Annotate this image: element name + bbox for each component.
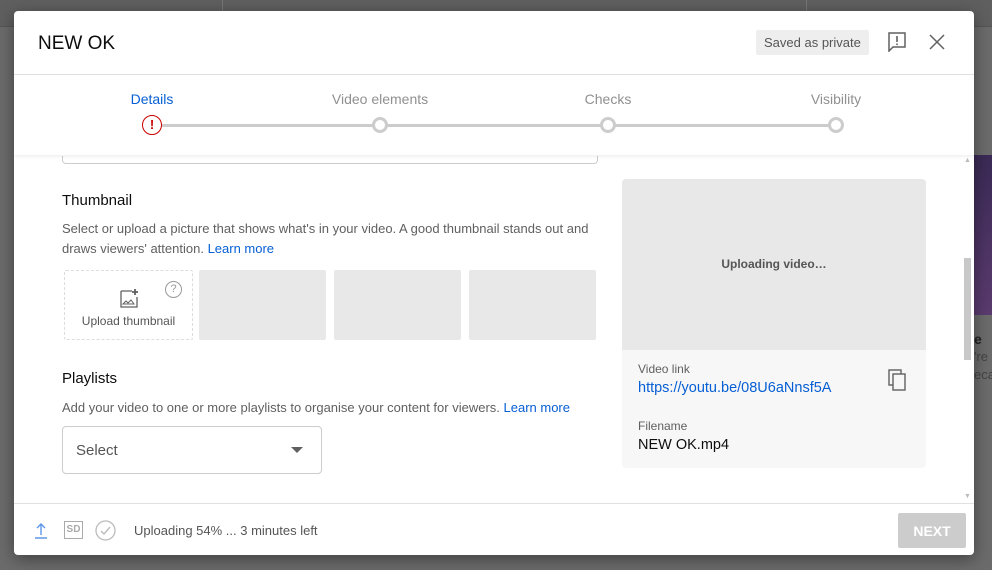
upload-status: Uploading 54% ... 3 minutes left: [134, 523, 318, 538]
step-details[interactable]: Details: [72, 91, 232, 107]
playlists-description: Add your video to one or more playlists …: [62, 400, 570, 415]
playlists-heading: Playlists: [62, 370, 118, 387]
step-dot: [828, 117, 844, 133]
thumbnail-learn-more-link[interactable]: Learn more: [208, 241, 274, 256]
playlists-learn-more-link[interactable]: Learn more: [504, 400, 570, 415]
video-preview: Uploading video…: [622, 179, 926, 350]
sd-icon: SD: [64, 521, 83, 539]
close-icon[interactable]: [928, 33, 946, 51]
upload-icon: [35, 523, 47, 539]
video-info-panel: Uploading video… Video link https://yout…: [622, 179, 926, 468]
step-video-elements[interactable]: Video elements: [300, 91, 460, 107]
scrollbar-thumb[interactable]: [964, 258, 971, 360]
scroll-up-arrow[interactable]: ▲: [964, 157, 971, 164]
video-link-label: Video link: [638, 362, 690, 376]
dialog-footer: SD Uploading 54% ... 3 minutes left NEXT: [14, 503, 974, 555]
thumbnail-placeholder: [469, 270, 596, 340]
upload-thumbnail-button[interactable]: ? Upload thumbnail: [64, 270, 193, 340]
checks-icon: [95, 520, 116, 541]
background-thumbnail: [974, 155, 992, 315]
step-dot: [372, 117, 388, 133]
description-field[interactable]: [62, 156, 598, 164]
dialog-title: NEW OK: [38, 33, 116, 54]
step-dot: [600, 117, 616, 133]
help-icon[interactable]: ?: [165, 281, 182, 298]
next-button[interactable]: NEXT: [898, 513, 966, 548]
step-checks[interactable]: Checks: [528, 91, 688, 107]
playlist-select[interactable]: Select: [62, 426, 322, 474]
background-text: e'reecau: [974, 331, 992, 382]
add-image-icon: [120, 289, 138, 308]
error-icon: !: [142, 115, 162, 135]
saved-status-badge: Saved as private: [756, 30, 869, 55]
video-link[interactable]: https://youtu.be/08U6aNnsf5A: [638, 380, 831, 396]
dropdown-arrow-icon: [291, 447, 303, 453]
feedback-icon[interactable]: [888, 32, 906, 52]
upload-dialog: NEW OK Saved as private Details Video el…: [14, 11, 974, 555]
stepper-line: [152, 124, 836, 127]
thumbnail-placeholder: [334, 270, 461, 340]
upload-thumbnail-label: Upload thumbnail: [81, 314, 176, 328]
dialog-header: NEW OK Saved as private: [14, 11, 974, 75]
step-visibility[interactable]: Visibility: [756, 91, 916, 107]
thumbnail-placeholder: [199, 270, 326, 340]
playlist-select-value: Select: [76, 442, 118, 459]
thumbnail-heading: Thumbnail: [62, 192, 133, 209]
details-form: Thumbnail Select or upload a picture tha…: [14, 156, 974, 503]
filename-value: NEW OK.mp4: [638, 437, 730, 453]
filename-label: Filename: [638, 419, 688, 433]
progress-stepper: Details Video elements Checks Visibility…: [14, 75, 974, 155]
copy-icon[interactable]: [888, 369, 908, 391]
thumbnail-description: Select or upload a picture that shows wh…: [62, 221, 589, 256]
scroll-down-arrow[interactable]: ▼: [964, 493, 971, 500]
